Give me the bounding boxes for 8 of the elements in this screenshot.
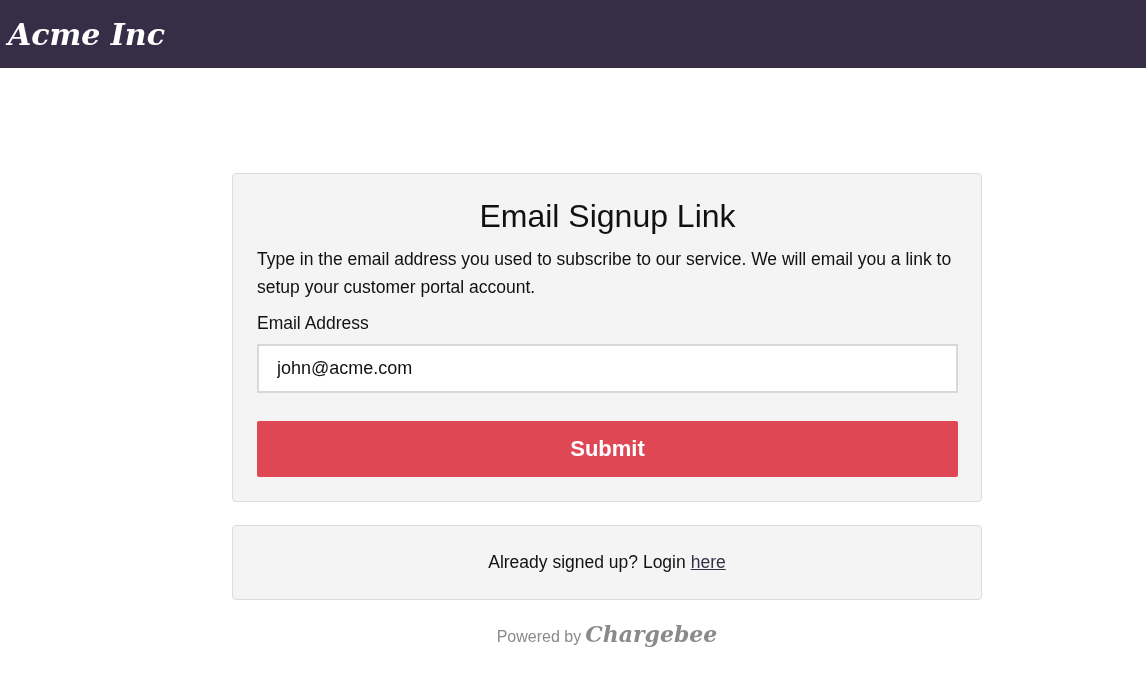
login-text: Already signed up? Login	[488, 552, 686, 573]
powered-by-text: Powered by	[496, 628, 582, 646]
description-text: Type in the email address you used to subscribe to our service. We will email you a link to setup your customer portal account.	[257, 248, 953, 299]
form-title: Email Signup Link	[478, 198, 737, 235]
submit-button[interactable]: Submit	[257, 421, 958, 477]
login-link[interactable]: here	[690, 552, 726, 573]
email-field[interactable]: john@acme.com	[257, 344, 958, 393]
field-label: Email Address	[257, 313, 370, 334]
